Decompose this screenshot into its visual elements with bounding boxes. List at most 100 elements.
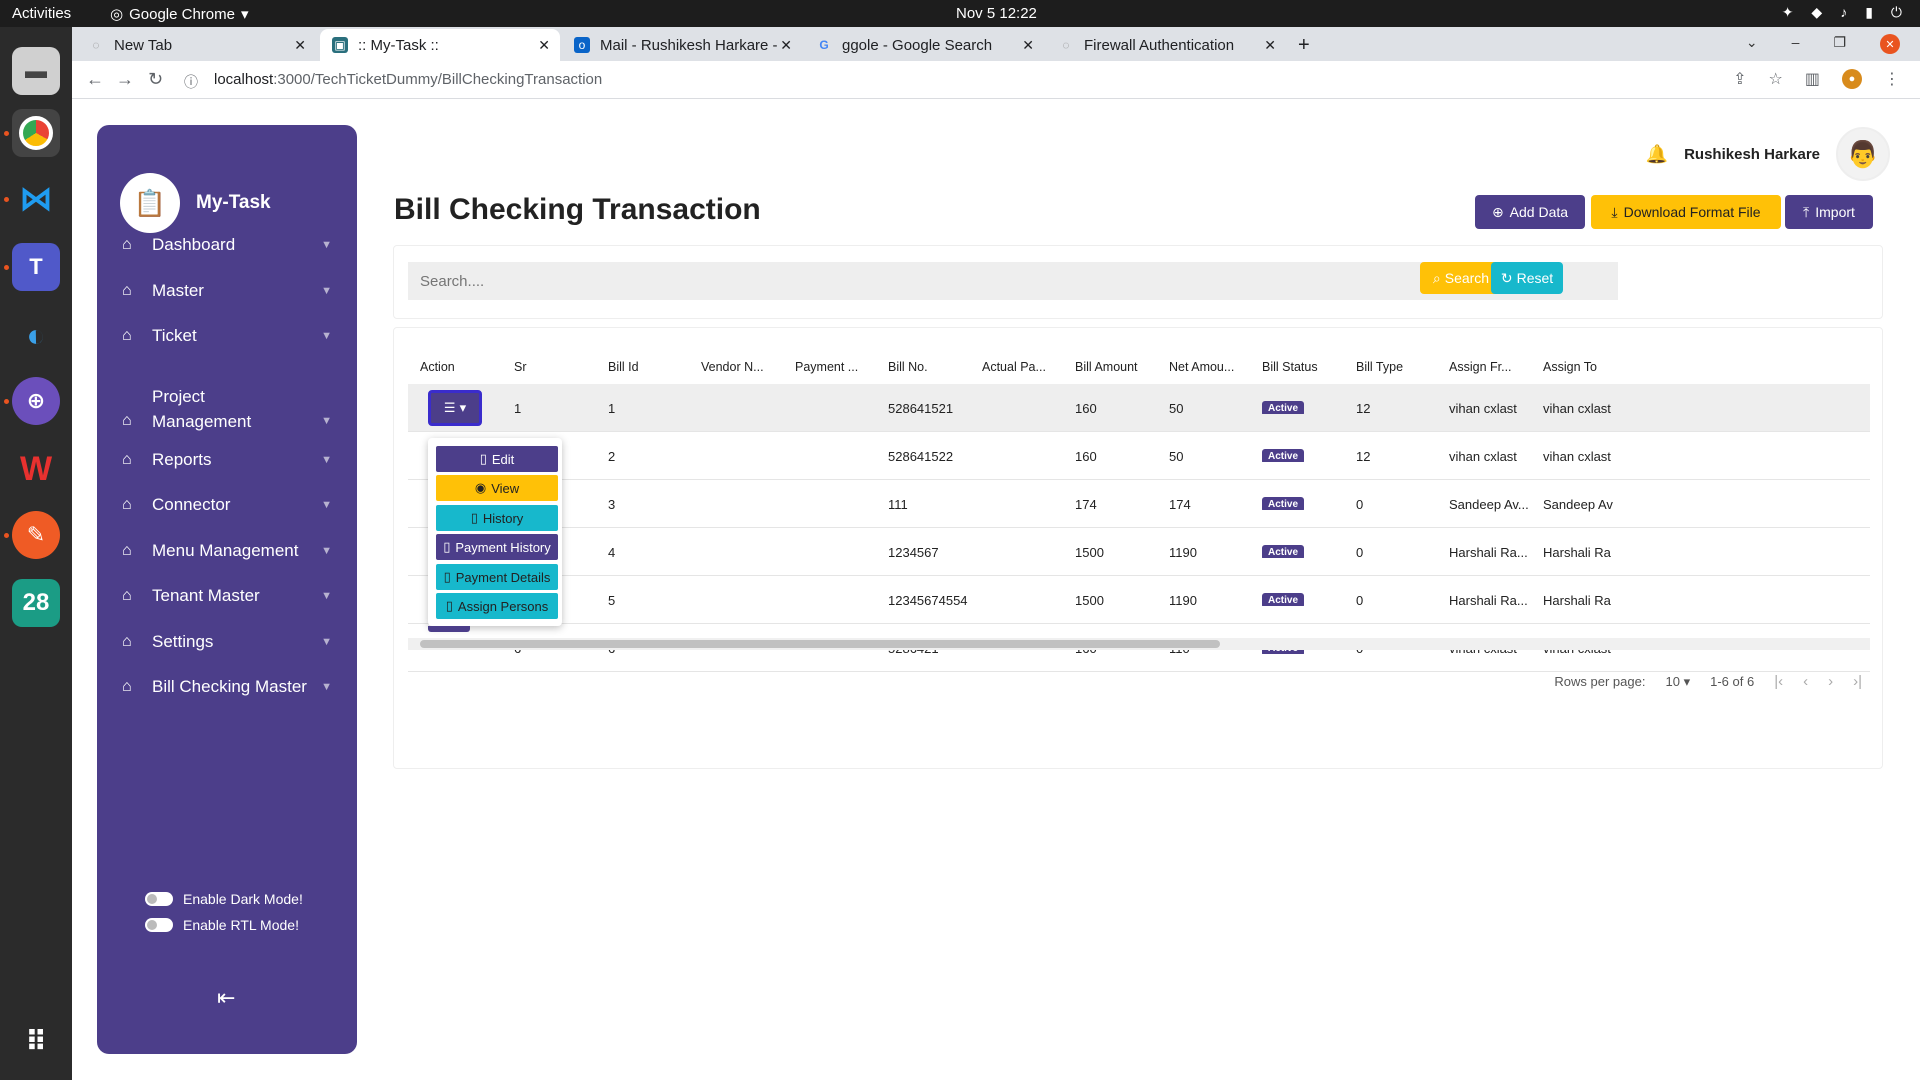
sidebar-item-ticket[interactable]: ⌂ Ticket ▼ — [122, 326, 332, 346]
column-header[interactable]: Bill Type — [1356, 360, 1403, 374]
add-data-button[interactable]: ⊕ Add Data — [1475, 195, 1585, 229]
sidebar-item-dashboard[interactable]: ⌂ Dashboard ▼ — [122, 235, 332, 255]
sidebar-item-bill-checking-master[interactable]: ⌂ Bill Checking Master ▼ — [122, 677, 332, 697]
close-icon[interactable]: ✕ — [538, 37, 550, 54]
column-header[interactable]: Actual Pa... — [982, 360, 1046, 374]
profile-icon[interactable]: ● — [1842, 69, 1862, 89]
reset-button[interactable]: ↻ Reset — [1491, 262, 1563, 294]
sidebar-item-master[interactable]: ⌂ Master ▼ — [122, 281, 332, 301]
rtl-mode-toggle[interactable] — [145, 918, 173, 932]
app-menu[interactable]: ◎ Google Chrome ▾ — [110, 5, 249, 24]
menu-assign-persons[interactable]: ▯ Assign Persons — [436, 593, 558, 619]
system-tray[interactable]: ✦ ◆ ♪ ▮ ⏻ — [1782, 4, 1902, 21]
restore-icon[interactable]: ❐ — [1833, 34, 1846, 54]
files-icon[interactable]: ▬ — [12, 47, 60, 95]
tab-google-search[interactable]: G ggole - Google Search ✕ — [804, 29, 1044, 61]
table-row[interactable]: ☰ ▾ 1 1 528641521 160 50 Active 12 vihan … — [408, 384, 1870, 432]
wps-icon[interactable]: W — [12, 445, 60, 493]
column-header[interactable]: Vendor N... — [701, 360, 764, 374]
vscode-icon[interactable]: ⋈ — [12, 175, 60, 223]
collapse-sidebar-icon[interactable]: ⇤ — [217, 985, 235, 1011]
column-header[interactable]: Bill Amount — [1075, 360, 1138, 374]
minimize-icon[interactable]: – — [1792, 34, 1800, 54]
menu-history[interactable]: ▯ History — [436, 505, 558, 531]
rows-per-page-select[interactable]: 10 ▾ — [1665, 674, 1690, 690]
tab-search-icon[interactable]: ⌄ — [1746, 34, 1758, 54]
search-icon: ⌕ — [1432, 269, 1441, 286]
row-action-button[interactable]: ☰ ▾ — [428, 390, 482, 426]
menu-edit[interactable]: ▯ Edit — [436, 446, 558, 472]
clock[interactable]: Nov 5 12:22 — [956, 5, 1037, 22]
dock: ▬ ⋈ T ◐ ⊕ W ✎ 28 ⠿ — [0, 27, 72, 1080]
share-icon[interactable]: ⇪ — [1733, 69, 1746, 89]
calendar-icon[interactable]: 28 — [12, 579, 60, 627]
import-button[interactable]: ⤒ Import — [1785, 195, 1873, 229]
running-indicator — [4, 131, 9, 136]
window-close-icon[interactable]: ✕ — [1880, 34, 1900, 54]
activities-button[interactable]: Activities — [12, 5, 71, 22]
bell-icon[interactable]: 🔔 — [1646, 144, 1668, 165]
sidebar-item-reports[interactable]: ⌂ Reports ▼ — [122, 450, 332, 470]
close-icon[interactable]: ✕ — [1264, 37, 1276, 54]
last-page-icon[interactable]: ›| — [1853, 673, 1862, 690]
menu-payment-history[interactable]: ▯ Payment History — [436, 534, 558, 560]
dark-mode-toggle[interactable] — [145, 892, 173, 906]
user-name[interactable]: Rushikesh Harkare — [1684, 146, 1820, 163]
url-field[interactable]: localhost:3000/TechTicketDummy/BillCheck… — [214, 71, 602, 88]
tab-firewall[interactable]: ◌ Firewall Authentication ✕ — [1046, 29, 1286, 61]
back-icon[interactable]: ← — [86, 69, 104, 90]
menu-payment-details[interactable]: ▯ Payment Details — [436, 564, 558, 590]
dbeaver-icon[interactable]: ◐ — [12, 311, 60, 359]
column-header[interactable]: Sr — [514, 360, 527, 374]
cell-bill-type: 0 — [1356, 545, 1364, 560]
postman-icon[interactable]: ✎ — [12, 511, 60, 559]
info-icon[interactable]: ⓘ — [184, 72, 198, 92]
table-row[interactable]: 4 4 1234567 1500 1190 Active 0 Harshali … — [408, 528, 1870, 576]
show-apps-icon[interactable]: ⠿ — [12, 1017, 60, 1065]
column-header[interactable]: Assign To — [1543, 360, 1597, 374]
sidebar-item-menu-management[interactable]: ⌂ Menu Management ▼ — [122, 541, 332, 561]
menu-view[interactable]: ◉ View — [436, 475, 558, 501]
first-page-icon[interactable]: |‹ — [1774, 673, 1783, 690]
table-row[interactable]: 5 5 12345674554 1500 1190 Active 0 Harsh… — [408, 576, 1870, 624]
reload-icon[interactable]: ↻ — [148, 69, 163, 90]
more-menu-icon[interactable]: ⋮ — [1884, 69, 1900, 89]
tab-mail[interactable]: o Mail - Rushikesh Harkare - ✕ — [562, 29, 802, 61]
prev-page-icon[interactable]: ‹ — [1803, 673, 1808, 690]
table-row[interactable]: 2 2 528641522 160 50 Active 12 vihan cxl… — [408, 432, 1870, 480]
next-page-icon[interactable]: › — [1828, 673, 1833, 690]
avatar[interactable]: 👨 — [1836, 127, 1890, 181]
side-panel-icon[interactable]: ▥ — [1805, 69, 1820, 89]
column-header[interactable]: Assign Fr... — [1449, 360, 1512, 374]
close-icon[interactable]: ✕ — [1022, 37, 1034, 54]
bookmark-star-icon[interactable]: ☆ — [1769, 69, 1783, 89]
tab-new-tab[interactable]: ◌ New Tab ✕ — [76, 29, 316, 61]
teams-icon[interactable]: T — [12, 243, 60, 291]
close-icon[interactable]: ✕ — [294, 37, 306, 54]
column-header[interactable]: Bill No. — [888, 360, 928, 374]
column-header[interactable]: Payment ... — [795, 360, 858, 374]
app-name: Google Chrome — [129, 5, 235, 23]
scrollbar-thumb[interactable] — [420, 640, 1220, 648]
forward-icon[interactable]: → — [116, 69, 134, 90]
chrome-dock-icon[interactable] — [12, 109, 60, 157]
network-app-icon[interactable]: ⊕ — [12, 377, 60, 425]
tab-my-task[interactable]: ▣ :: My-Task :: ✕ — [320, 29, 560, 61]
column-header[interactable]: Net Amou... — [1169, 360, 1234, 374]
download-format-button[interactable]: ⤓ Download Format File — [1591, 195, 1781, 229]
sidebar-item-project-management[interactable]: ⌂ Project Management ▼ — [122, 387, 332, 446]
home-icon: ⌂ — [122, 327, 132, 344]
table-row[interactable]: 3 3 111 174 174 Active 0 Sandeep Av... S… — [408, 480, 1870, 528]
column-header[interactable]: Action — [420, 360, 455, 374]
column-header[interactable]: Bill Status — [1262, 360, 1318, 374]
sidebar-item-settings[interactable]: ⌂ Settings ▼ — [122, 632, 332, 652]
sidebar-item-connector[interactable]: ⌂ Connector ▼ — [122, 495, 332, 515]
new-tab-button[interactable]: + — [1286, 29, 1326, 61]
horizontal-scrollbar[interactable] — [408, 638, 1870, 650]
column-header[interactable]: Bill Id — [608, 360, 639, 374]
cell-net-amount: 1190 — [1169, 545, 1197, 560]
brand[interactable]: 📋 My-Task — [120, 173, 271, 233]
sidebar-item-tenant-master[interactable]: ⌂ Tenant Master ▼ — [122, 586, 332, 606]
close-icon[interactable]: ✕ — [780, 37, 792, 54]
search-button[interactable]: ⌕ Search — [1420, 262, 1502, 294]
